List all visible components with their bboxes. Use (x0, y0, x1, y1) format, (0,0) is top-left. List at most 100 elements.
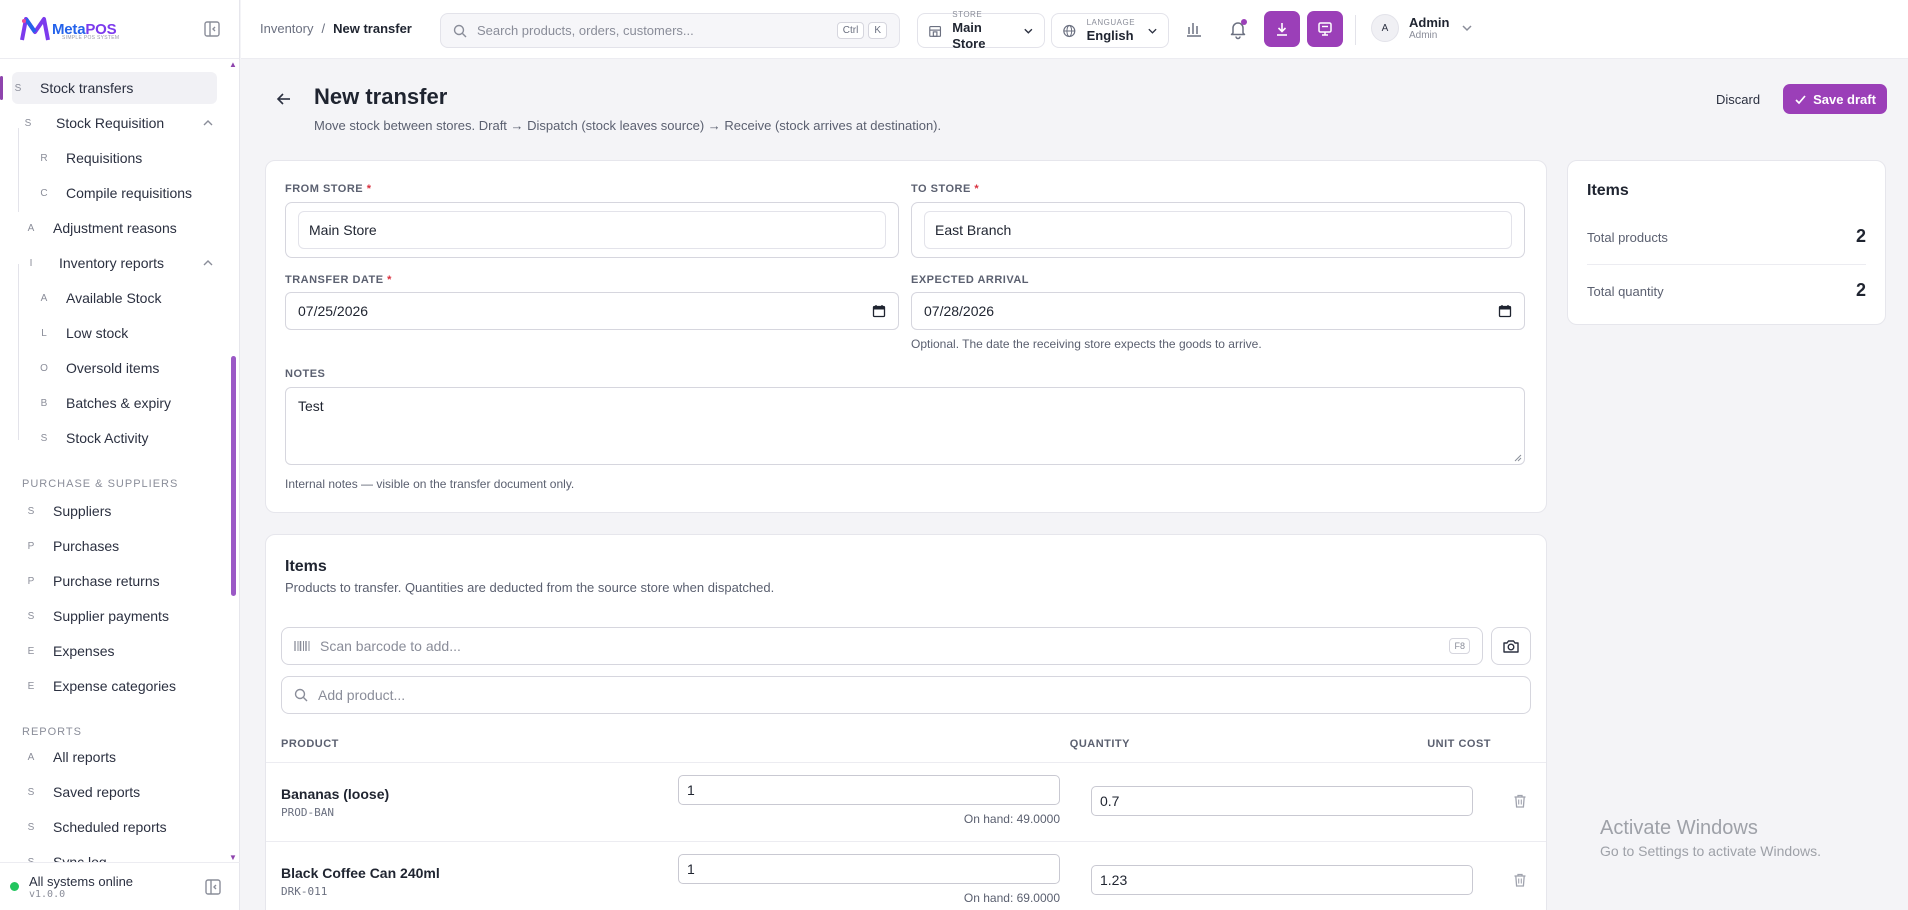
notes-value: Test (298, 398, 324, 414)
sidebar-item-low-stock[interactable]: L Low stock (0, 317, 230, 349)
sidebar-item-purchases[interactable]: P Purchases (0, 530, 230, 562)
from-store-select[interactable]: Main Store (298, 211, 886, 249)
search-icon (453, 24, 467, 37)
sidebar-item-purchase-returns[interactable]: P Purchase returns (0, 565, 230, 597)
chevron-up-icon (202, 117, 214, 129)
shortcut-key-k: K (868, 22, 887, 39)
add-product-input[interactable]: Add product... (281, 676, 1531, 714)
unit-cost-input[interactable]: 1.23 (1091, 865, 1473, 895)
on-hand-qty: On hand: 49.0000 (963, 812, 1060, 826)
items-subtitle: Products to transfer. Quantities are ded… (285, 580, 775, 595)
calendar-icon[interactable] (1498, 304, 1512, 318)
from-store-label: FROM STORE (285, 183, 364, 195)
global-search-input[interactable]: Search products, orders, customers... Ct… (440, 13, 900, 48)
nav-letter: A (27, 751, 35, 763)
nav-letter: C (40, 187, 48, 199)
product-sku: DRK-011 (281, 885, 328, 898)
nav-letter: E (27, 645, 35, 657)
windows-activation-subtitle: Go to Settings to activate Windows. (1600, 843, 1821, 859)
store-selector[interactable]: STORE Main Store (917, 10, 1045, 51)
nav-label: Expenses (53, 643, 115, 659)
save-draft-label: Save draft (1813, 91, 1876, 107)
nav-label: All reports (53, 749, 117, 765)
nav-label: Inventory reports (59, 255, 165, 271)
chevron-down-icon (1462, 25, 1472, 32)
nav-label: Supplier payments (53, 608, 169, 624)
nav-label: Purchase returns (53, 573, 160, 589)
nav-label: Low stock (66, 325, 129, 341)
page-subtitle: Move stock between stores. Draft → Dispa… (314, 118, 942, 133)
language-selector[interactable]: LANGUAGE English (1051, 13, 1169, 48)
expected-arrival-input[interactable]: 07/28/2026 (911, 292, 1525, 330)
save-draft-button[interactable]: Save draft (1783, 84, 1887, 114)
sidebar-item-saved-reports[interactable]: S Saved reports (0, 776, 230, 808)
sidebar-item-stock-requisition[interactable]: S Stock Requisition (0, 107, 230, 139)
store-icon (929, 25, 942, 37)
logo[interactable]: MetaPOS SIMPLE POS SYSTEM (0, 0, 239, 59)
required-marker: * (974, 183, 980, 195)
transfer-details-card: FROM STORE * Main Store TO STORE * East … (265, 160, 1547, 513)
breadcrumb: Inventory / New transfer (260, 21, 412, 36)
sidebar-item-suppliers[interactable]: S Suppliers (0, 495, 230, 527)
sidebar-item-scheduled-reports[interactable]: S Scheduled reports (0, 811, 230, 843)
nav-label: Suppliers (53, 503, 112, 519)
add-product-placeholder: Add product... (318, 687, 406, 703)
summary-title: Items (1587, 182, 1629, 199)
summary-divider (1587, 264, 1866, 265)
total-quantity-value: 2 (1855, 280, 1866, 300)
sidebar-item-compile-requisitions[interactable]: C Compile requisitions (0, 177, 230, 209)
sidebar-item-adjustment-reasons[interactable]: A Adjustment reasons (0, 212, 230, 244)
breadcrumb-separator: / (321, 21, 326, 36)
sidebar-item-expense-categories[interactable]: E Expense categories (0, 670, 230, 702)
to-store-select[interactable]: East Branch (924, 211, 1512, 249)
notification-badge (1241, 19, 1247, 25)
notifications-bell-icon[interactable] (1226, 17, 1250, 41)
delete-row-trash-icon[interactable] (1512, 793, 1528, 809)
nav-letter: E (27, 680, 35, 692)
resize-handle-icon[interactable] (1514, 454, 1522, 462)
nav-label: Stock transfers (40, 80, 134, 96)
sidebar-item-all-reports[interactable]: A All reports (0, 741, 230, 773)
sidebar-item-stock-transfers[interactable]: S Stock transfers (0, 72, 217, 104)
user-menu[interactable]: A Admin Admin (1371, 14, 1473, 42)
nav-label: Oversold items (66, 360, 160, 376)
sidebar-item-batches-expiry[interactable]: B Batches & expiry (0, 387, 230, 419)
camera-scan-button[interactable] (1491, 627, 1531, 665)
nav-label: Saved reports (53, 784, 141, 800)
nav-letter: S (27, 610, 35, 622)
topbar: Inventory / New transfer Search products… (241, 0, 1908, 59)
section-purchase-suppliers: PURCHASE & SUPPLIERS (22, 478, 179, 490)
sidebar-item-supplier-payments[interactable]: S Supplier payments (0, 600, 230, 632)
download-button[interactable] (1264, 11, 1300, 47)
sidebar-item-available-stock[interactable]: A Available Stock (0, 282, 230, 314)
unit-cost-input[interactable]: 0.7 (1091, 786, 1473, 816)
nav-label: Stock Requisition (56, 115, 165, 131)
sidebar-item-inventory-reports[interactable]: I Inventory reports (0, 247, 230, 279)
avatar: A (1371, 14, 1399, 42)
quantity-input[interactable]: 1 (678, 854, 1060, 884)
nav-letter: R (40, 152, 48, 164)
quantity-input[interactable]: 1 (678, 775, 1060, 805)
delete-row-trash-icon[interactable] (1512, 872, 1528, 888)
reports-chart-icon[interactable] (1182, 17, 1206, 41)
transfer-date-input[interactable]: 07/25/2026 (285, 292, 899, 330)
transfer-date-label: TRANSFER DATE (285, 274, 384, 286)
back-arrow-icon[interactable] (275, 90, 293, 108)
sidebar-toggle-icon[interactable] (204, 878, 222, 896)
nav-letter: A (40, 292, 48, 304)
pos-terminal-button[interactable] (1307, 11, 1343, 47)
sidebar-item-requisitions[interactable]: R Requisitions (0, 142, 230, 174)
breadcrumb-inventory-link[interactable]: Inventory (260, 21, 313, 36)
sidebar-item-sync-log[interactable]: S Sync log (0, 846, 230, 862)
expected-arrival-help: Optional. The date the receiving store e… (911, 337, 1262, 351)
calendar-icon[interactable] (872, 304, 886, 318)
sidebar-item-stock-activity[interactable]: S Stock Activity (0, 422, 230, 454)
sidebar-item-expenses[interactable]: E Expenses (0, 635, 230, 667)
sidebar-item-oversold-items[interactable]: O Oversold items (0, 352, 230, 384)
notes-textarea[interactable]: Test (285, 387, 1525, 465)
items-card: Items Products to transfer. Quantities a… (265, 534, 1547, 910)
discard-button[interactable]: Discard (1706, 84, 1770, 114)
barcode-scan-input[interactable]: Scan barcode to add... F8 (281, 627, 1483, 665)
sidebar-collapse-icon[interactable] (203, 20, 221, 38)
windows-activation-title: Activate Windows (1600, 817, 1758, 839)
